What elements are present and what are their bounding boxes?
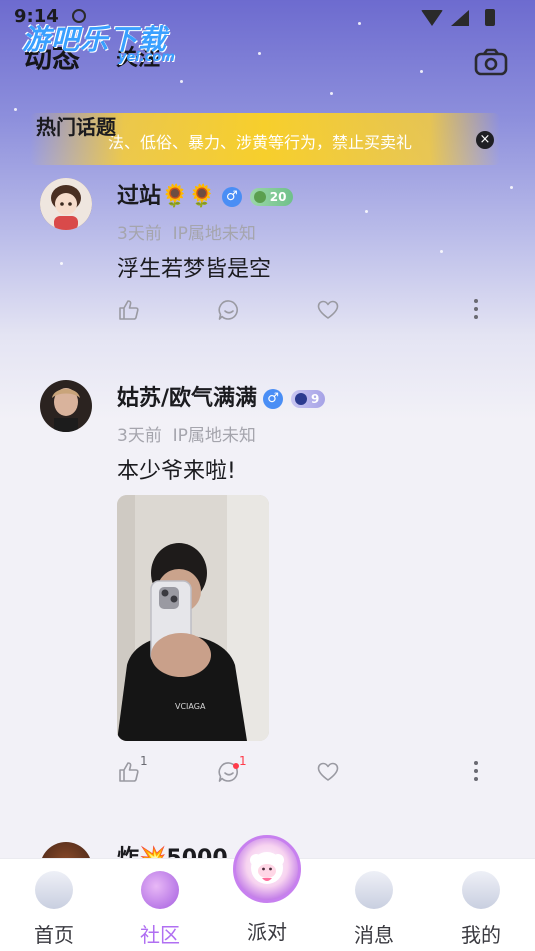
watermark-url: yei.com xyxy=(118,50,175,65)
like-count: 1 xyxy=(140,754,148,768)
avatar[interactable] xyxy=(40,380,92,432)
comment-count: 1 xyxy=(239,754,247,768)
post-content: 浮生若梦皆是空 xyxy=(117,257,272,282)
male-icon: ♂ xyxy=(221,187,242,207)
level-value: 20 xyxy=(269,190,287,204)
thumbs-up-icon[interactable] xyxy=(117,760,141,784)
hot-topics-title: 热门话题 xyxy=(36,115,116,139)
selfie-photo: VCIAGA xyxy=(117,495,269,741)
decor-star xyxy=(14,108,17,111)
post-username-row: 过站🌻🌻 ♂ 20 xyxy=(117,178,293,210)
camera-icon[interactable] xyxy=(474,48,508,76)
thumbs-up-icon[interactable] xyxy=(117,298,141,322)
comment-icon[interactable] xyxy=(217,760,241,784)
signal-icon xyxy=(451,9,469,26)
username[interactable]: 姑苏/欧气满满 xyxy=(117,386,257,411)
post-actions xyxy=(117,298,487,324)
nav-profile-label: 我的 xyxy=(461,923,501,947)
status-icons xyxy=(421,9,495,26)
nav-home-label: 首页 xyxy=(34,923,74,947)
post-location: IP属地未知 xyxy=(172,224,256,244)
post-meta: 3天前 IP属地未知 xyxy=(117,421,256,446)
chat-icon xyxy=(355,871,393,909)
decor-star xyxy=(330,92,333,95)
nav-profile[interactable]: 我的 xyxy=(441,859,521,951)
heart-icon[interactable] xyxy=(316,298,340,322)
level-badge: 9 xyxy=(291,390,326,408)
gem-icon xyxy=(295,393,308,405)
wifi-icon xyxy=(421,9,443,26)
profile-icon xyxy=(462,871,500,909)
decor-star xyxy=(180,80,183,83)
more-vertical-icon[interactable] xyxy=(473,760,479,782)
post-username-row: 姑苏/欧气满满 ♂ 9 xyxy=(117,380,326,412)
decor-star xyxy=(365,210,368,213)
post-location: IP属地未知 xyxy=(172,426,256,446)
decor-star xyxy=(60,262,63,265)
avatar[interactable] xyxy=(40,178,92,230)
male-icon: ♂ xyxy=(263,389,284,409)
nav-community[interactable]: 社区 xyxy=(120,859,200,951)
avatar-photo xyxy=(40,380,92,432)
nav-messages[interactable]: 消息 xyxy=(334,859,414,951)
post-content: 本少爷来啦! xyxy=(117,459,236,484)
sheep-mascot xyxy=(250,852,284,884)
more-vertical-icon[interactable] xyxy=(473,298,479,320)
close-icon[interactable]: × xyxy=(476,131,494,149)
post-actions: 1 1 xyxy=(117,754,487,786)
battery-icon xyxy=(485,9,495,26)
avatar-illustration xyxy=(40,178,92,230)
party-sheep-icon[interactable] xyxy=(233,835,301,903)
decor-star xyxy=(420,70,423,73)
comment-icon[interactable] xyxy=(217,298,241,322)
nav-home[interactable]: 首页 xyxy=(14,859,94,951)
decor-star xyxy=(510,186,513,189)
post-image[interactable]: VCIAGA xyxy=(117,495,269,741)
username[interactable]: 过站🌻🌻 xyxy=(117,184,216,209)
home-icon xyxy=(35,871,73,909)
nav-messages-label: 消息 xyxy=(354,923,394,947)
nav-community-label: 社区 xyxy=(140,923,180,947)
notice-text: 法、低俗、暴力、涉黄等行为，禁止买卖礼 xyxy=(108,133,413,152)
planet-icon xyxy=(141,871,179,909)
gem-icon xyxy=(253,191,266,203)
nav-party-label[interactable]: 派对 xyxy=(227,916,307,945)
level-value: 9 xyxy=(311,392,320,406)
decor-star xyxy=(258,52,261,55)
post-meta: 3天前 IP属地未知 xyxy=(117,219,256,244)
svg-text:VCIAGA: VCIAGA xyxy=(175,702,206,711)
decor-star xyxy=(440,250,443,253)
post-time: 3天前 xyxy=(117,224,162,244)
heart-icon[interactable] xyxy=(316,760,340,784)
post-time: 3天前 xyxy=(117,426,162,446)
level-badge: 20 xyxy=(249,188,293,206)
